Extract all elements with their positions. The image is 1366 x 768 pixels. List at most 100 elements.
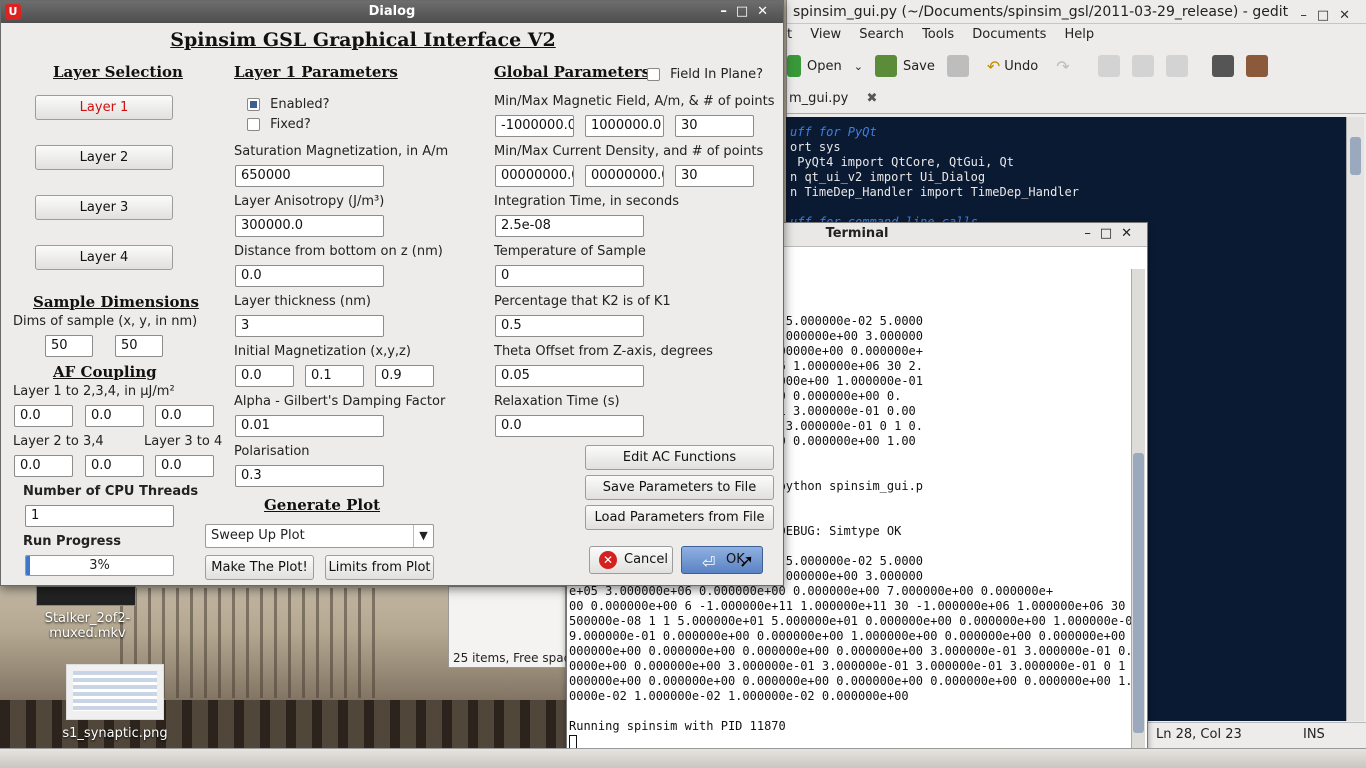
current-points-input[interactable]: 30 — [675, 165, 754, 187]
menu-help[interactable]: Help — [1065, 27, 1095, 42]
video-thumbnail[interactable] — [36, 586, 136, 606]
scrollbar-thumb[interactable] — [1350, 137, 1361, 175]
insert-mode: INS — [1303, 727, 1325, 742]
init-mag-x-input[interactable]: 0.0 — [235, 365, 294, 387]
save-parameters-button[interactable]: Save Parameters to File — [585, 475, 774, 500]
layer-1-button[interactable]: Layer 1 — [35, 95, 173, 120]
integration-input[interactable]: 2.5e-08 — [495, 215, 644, 237]
menu-documents[interactable]: Documents — [972, 27, 1046, 42]
field-max-input[interactable]: 1000000.0 — [585, 115, 664, 137]
k2-input[interactable]: 0.5 — [495, 315, 644, 337]
app-icon: U — [5, 4, 21, 20]
af-2-3-input[interactable]: 0.0 — [14, 455, 73, 477]
open-button[interactable]: Open ⌄ — [787, 55, 863, 77]
chevron-down-icon[interactable]: ▼ — [413, 525, 433, 547]
theta-label: Theta Offset from Z-axis, degrees — [494, 344, 713, 359]
load-parameters-button[interactable]: Load Parameters from File — [585, 505, 774, 530]
open-icon — [787, 55, 801, 77]
af-1-3-input[interactable]: 0.0 — [85, 405, 144, 427]
field-in-plane-row[interactable]: Field In Plane? — [647, 67, 763, 82]
relaxation-input[interactable]: 0.0 — [495, 415, 644, 437]
enabled-checkbox[interactable] — [247, 98, 260, 111]
sample-y-input[interactable]: 50 — [115, 335, 163, 357]
copy-icon[interactable] — [1131, 55, 1154, 77]
cancel-button[interactable]: ✕ Cancel — [589, 546, 673, 574]
image-thumbnail[interactable] — [66, 664, 164, 720]
fixed-label: Fixed? — [270, 117, 311, 132]
paste-icon[interactable] — [1165, 55, 1188, 77]
temperature-input[interactable]: 0 — [495, 265, 644, 287]
af-1-4-input[interactable]: 0.0 — [155, 405, 214, 427]
edit-ac-functions-button[interactable]: Edit AC Functions — [585, 445, 774, 470]
taskbar[interactable] — [0, 748, 1366, 768]
theta-input[interactable]: 0.05 — [495, 365, 644, 387]
af-3-4-input[interactable]: 0.0 — [155, 455, 214, 477]
menu-tools[interactable]: Tools — [922, 27, 954, 42]
save-button[interactable]: Save — [874, 55, 935, 77]
field-min-input[interactable]: -1000000.0 — [495, 115, 574, 137]
window-buttons[interactable]: –□✕ — [720, 1, 777, 23]
integration-label: Integration Time, in seconds — [494, 194, 679, 209]
field-points-input[interactable]: 30 — [675, 115, 754, 137]
cursor-position: Ln 28, Col 23 — [1156, 727, 1242, 742]
thickness-input[interactable]: 3 — [235, 315, 384, 337]
cut-icon[interactable] — [1097, 55, 1120, 77]
sample-x-input[interactable]: 50 — [45, 335, 93, 357]
sample-dimensions-title: Sample Dimensions — [33, 293, 199, 311]
terminal-line: 000000e+00 0.000000e+00 0.000000e+00 0.0… — [569, 644, 1131, 659]
desktop-icon-video[interactable]: Stalker_2of2- muxed.mkv — [20, 611, 155, 641]
limits-from-plot-button[interactable]: Limits from Plot — [325, 555, 434, 580]
alpha-input[interactable]: 0.01 — [235, 415, 384, 437]
terminal-scrollbar[interactable] — [1131, 269, 1145, 753]
gedit-menubar: t View Search Tools Documents Help — [787, 24, 1366, 46]
plot-type-select[interactable]: Sweep Up Plot ▼ — [205, 524, 434, 548]
menu-view[interactable]: View — [810, 27, 841, 42]
menu-item[interactable]: t — [787, 27, 792, 42]
polarisation-input[interactable]: 0.3 — [235, 465, 384, 487]
field-in-plane-checkbox[interactable] — [647, 68, 660, 81]
print-button[interactable] — [946, 55, 975, 77]
init-mag-z-input[interactable]: 0.9 — [375, 365, 434, 387]
af-2-4-input[interactable]: 0.0 — [85, 455, 144, 477]
code-line: uff for PyQt — [790, 125, 877, 139]
field-label: Min/Max Magnetic Field, A/m, & # of poin… — [494, 94, 775, 109]
saturation-input[interactable]: 650000 — [235, 165, 384, 187]
chevron-down-icon[interactable]: ⌄ — [854, 60, 863, 73]
fixed-checkbox[interactable] — [247, 118, 260, 131]
menu-search[interactable]: Search — [859, 27, 904, 42]
current-max-input[interactable]: 00000000.0 — [585, 165, 664, 187]
terminal-line: 0000e+00 0.000000e+00 3.000000e-01 3.000… — [569, 659, 1131, 674]
close-icon[interactable]: ✖ — [867, 91, 878, 106]
make-plot-button[interactable]: Make The Plot! — [205, 555, 314, 580]
fixed-checkbox-row[interactable]: Fixed? — [247, 117, 311, 132]
terminal-title: Terminal — [825, 226, 889, 241]
distance-input[interactable]: 0.0 — [235, 265, 384, 287]
field-in-plane-label: Field In Plane? — [670, 67, 764, 82]
enabled-checkbox-row[interactable]: Enabled? — [247, 97, 330, 112]
window-buttons[interactable]: –□✕ — [1084, 223, 1141, 245]
desktop-icon-png[interactable]: s1_synaptic.png — [40, 726, 190, 741]
anisotropy-input[interactable]: 300000.0 — [235, 215, 384, 237]
undo-button[interactable]: ↶ Undo ↷ — [987, 57, 1070, 76]
redo-icon[interactable]: ↷ — [1056, 57, 1069, 76]
editor-scrollbar[interactable] — [1346, 117, 1364, 721]
progress-text: 3% — [89, 558, 110, 573]
af-1-2-input[interactable]: 0.0 — [14, 405, 73, 427]
find-icon[interactable] — [1211, 55, 1234, 77]
gedit-titlebar: spinsim_gui.py (~/Documents/spinsim_gsl/… — [787, 0, 1366, 24]
layer-3-button[interactable]: Layer 3 — [35, 195, 173, 220]
tab-spinsim-gui[interactable]: m_gui.py ✖ — [789, 91, 877, 106]
layer-params-title: Layer 1 Parameters — [234, 63, 398, 81]
current-min-input[interactable]: 00000000.0 — [495, 165, 574, 187]
layer-2-button[interactable]: Layer 2 — [35, 145, 173, 170]
scrollbar-thumb[interactable] — [1133, 453, 1144, 733]
replace-icon[interactable] — [1245, 55, 1268, 77]
af-layer1-label: Layer 1 to 2,3,4, in μJ/m² — [13, 384, 175, 399]
layer-4-button[interactable]: Layer 4 — [35, 245, 173, 270]
terminal-text: Running spinsim with PID 11870 — [569, 719, 786, 733]
window-buttons[interactable]: –□✕ — [1300, 4, 1360, 28]
page-title: Spinsim GSL Graphical Interface V2 — [170, 29, 556, 51]
cpu-threads-input[interactable]: 1 — [25, 505, 174, 527]
init-mag-y-input[interactable]: 0.1 — [305, 365, 364, 387]
